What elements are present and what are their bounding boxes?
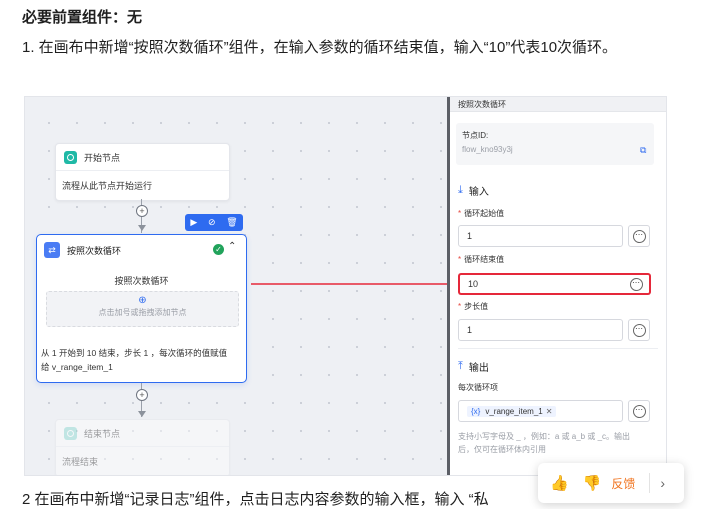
collapse-chevron-icon[interactable]: ⌃	[228, 241, 236, 252]
loop-summary-line2: 给 v_range_item_1	[41, 362, 113, 372]
variable-icon: {x}	[471, 406, 481, 416]
naming-hint-line1: 支持小写字母及 _ ，例如：a 或 a_b 或 _c。输出	[458, 432, 631, 441]
feedback-label[interactable]: 反馈	[611, 475, 635, 492]
input-icon: ⤓	[458, 184, 463, 196]
more-icon: ⋯	[632, 229, 646, 243]
end-node[interactable]: 结束节点 流程结束	[55, 419, 230, 475]
each-loop-more-button[interactable]: ⋯	[628, 400, 650, 422]
more-icon: ⋯	[632, 404, 646, 418]
properties-panel: 按照次数循环 节点ID: flow_kno93y3j ⧉ ⤓ 输入 * 循环起始值…	[450, 97, 666, 475]
arrow-down-icon	[138, 225, 146, 231]
output-section-heading: ⤒ 输出	[458, 360, 489, 374]
node-id-value: flow_kno93y3j	[462, 145, 513, 154]
thumbs-up-icon[interactable]: 👍	[550, 474, 569, 492]
node-id-box: 节点ID: flow_kno93y3j ⧉	[456, 123, 654, 165]
input-section-heading: ⤓ 输入	[458, 184, 489, 198]
more-icon: ⋯	[629, 277, 643, 291]
loop-start-input[interactable]: 1	[458, 225, 623, 247]
step1-text: 1. 在画布中新增“按照次数循环”组件，在输入参数的循环结束值，输入“10”代表…	[22, 39, 618, 56]
loop-summary-line1: 从 1 开始到 10 结束，步长 1 ，每次循环的值赋值	[41, 348, 228, 358]
start-node-title: 开始节点	[84, 152, 121, 163]
each-loop-label: 每次循环项	[458, 383, 498, 392]
loop-inner-hint: 点击加号或拖拽添加节点	[98, 308, 187, 317]
step-more-button[interactable]: ⋯	[628, 319, 650, 341]
start-node-desc: 流程从此节点开始运行	[62, 181, 153, 191]
thumbs-down-icon[interactable]: 👎	[583, 474, 602, 492]
required-components-heading: 必要前置组件：无	[22, 9, 143, 26]
success-check-icon: ✓	[213, 244, 224, 255]
delete-icon[interactable]: 🗑	[226, 217, 237, 228]
loop-end-label: * 循环结束值	[458, 255, 505, 264]
loop-icon: ⇄	[44, 242, 60, 258]
arrow-down-icon	[138, 411, 146, 417]
loop-end-more-button[interactable]: ⋯	[623, 273, 651, 295]
annotation-arrow	[251, 280, 459, 288]
loop-end-input[interactable]: 10	[458, 273, 623, 295]
loop-body-dropzone[interactable]: ⊕ 点击加号或拖拽添加节点	[46, 291, 239, 327]
run-icon[interactable]: ▶	[190, 217, 197, 228]
loop-start-more-button[interactable]: ⋯	[628, 225, 650, 247]
workflow-screenshot: 开始节点 流程从此节点开始运行 + ▶ ⊘ 🗑 ⇄ 按照次数循环 ✓ ⌃ 按照次…	[24, 96, 667, 476]
loop-node-title: 按照次数循环	[67, 245, 122, 256]
each-loop-input[interactable]: {x} v_range_item_1 ✕	[458, 400, 623, 422]
loop-inner-title: 按照次数循环	[114, 276, 169, 286]
panel-header: 按照次数循环	[458, 100, 506, 109]
copy-icon[interactable]: ⧉	[640, 145, 646, 156]
naming-hint-line2: 后，仅可在循环体内引用	[458, 445, 546, 454]
output-icon: ⤒	[458, 360, 463, 372]
variable-tag: v_range_item_1	[485, 406, 543, 416]
add-node-plus-icon[interactable]: +	[136, 205, 148, 217]
end-node-desc: 流程结束	[62, 457, 99, 467]
add-inner-node-icon[interactable]: ⊕	[47, 295, 238, 306]
node-id-label: 节点ID:	[462, 131, 489, 140]
end-node-icon	[64, 426, 77, 440]
loop-node[interactable]: ⇄ 按照次数循环 ✓ ⌃ 按照次数循环 ⊕ 点击加号或拖拽添加节点 从 1 开始…	[36, 234, 247, 383]
add-node-plus-icon[interactable]: +	[136, 389, 148, 401]
disable-icon[interactable]: ⊘	[208, 217, 216, 228]
start-node-icon	[64, 150, 77, 164]
step-label: * 步长值	[458, 302, 489, 311]
step-input[interactable]: 1	[458, 319, 623, 341]
feedback-widget: 👍 👎 反馈 ›	[538, 463, 684, 503]
loop-start-label: * 循环起始值	[458, 209, 505, 218]
more-icon: ⋯	[632, 323, 646, 337]
step2-text: 2 在画布中新增“记录日志”组件，点击日志内容参数的输入框，输入 “私	[22, 491, 489, 508]
remove-tag-icon[interactable]: ✕	[546, 407, 553, 416]
end-node-title: 结束节点	[84, 428, 121, 439]
node-toolbar: ▶ ⊘ 🗑	[185, 214, 243, 231]
chevron-right-icon[interactable]: ›	[660, 475, 665, 491]
start-node[interactable]: 开始节点 流程从此节点开始运行	[55, 143, 230, 201]
